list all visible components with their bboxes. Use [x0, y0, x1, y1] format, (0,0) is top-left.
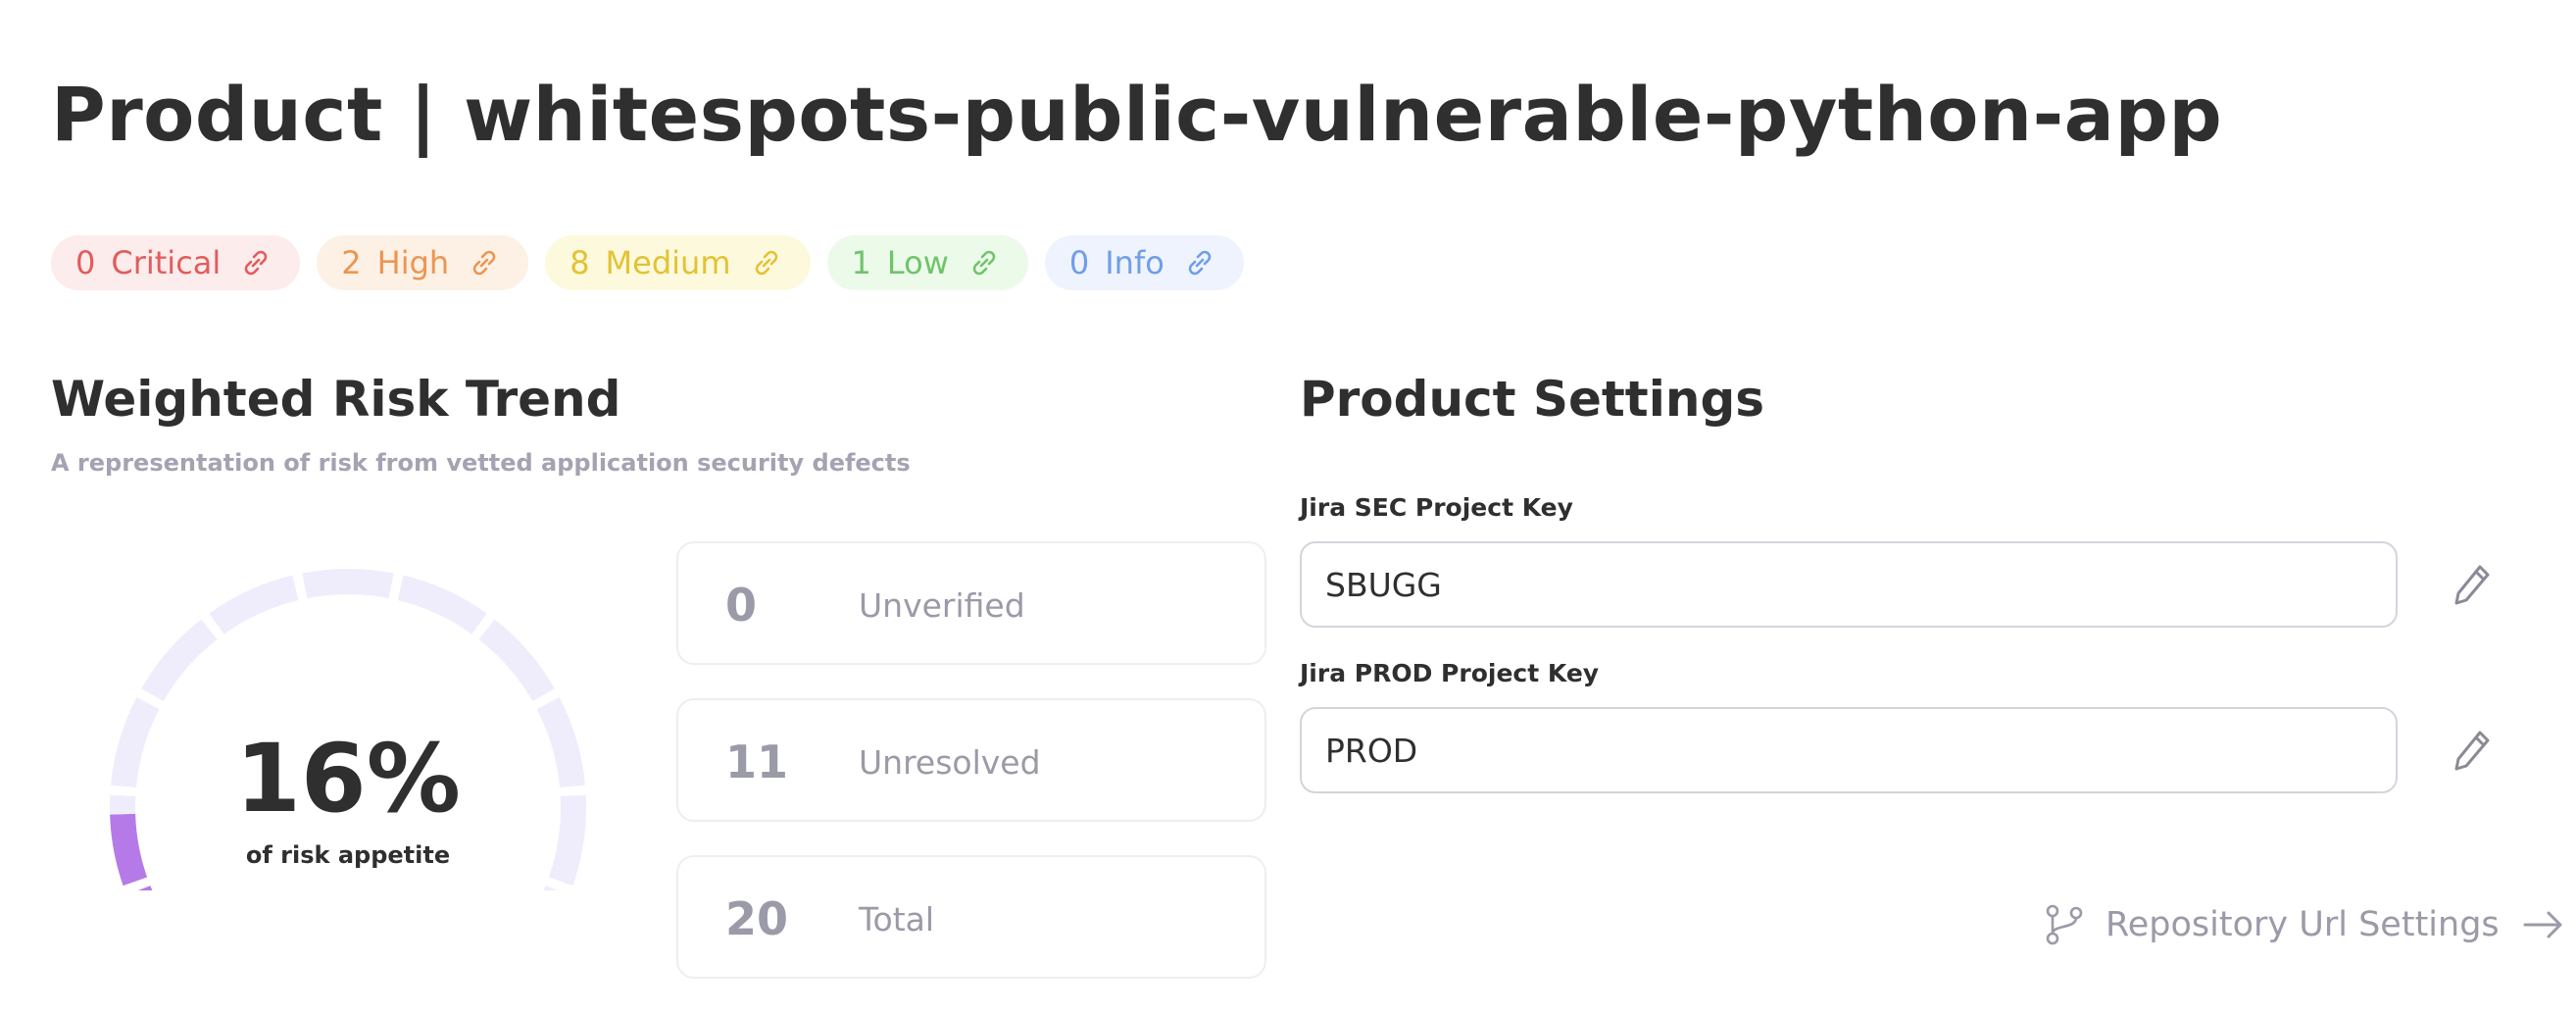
- page-title: Product | whitespots-public-vulnerable-p…: [51, 71, 2223, 158]
- badge-label: Medium: [605, 244, 731, 281]
- stat-count: 0: [725, 579, 758, 632]
- gauge-value: 16%: [235, 724, 461, 834]
- risk-gauge: 16% of risk appetite: [98, 557, 598, 890]
- stat-count: 11: [725, 735, 789, 788]
- stat-count: 20: [725, 892, 789, 945]
- badge-count: 0: [1068, 244, 1090, 281]
- jira-sec-key-label: Jira SEC Project Key: [1300, 493, 1573, 522]
- badge-medium[interactable]: 8 Medium: [545, 235, 811, 290]
- arrow-right-icon: [2521, 905, 2566, 944]
- badge-count: 1: [851, 244, 871, 281]
- risk-trend-title: Weighted Risk Trend: [51, 371, 621, 428]
- jira-prod-key-label: Jira PROD Project Key: [1300, 659, 1600, 687]
- repository-url-settings-link[interactable]: Repository Url Settings: [2043, 903, 2566, 946]
- badge-info[interactable]: 0 Info: [1044, 235, 1244, 290]
- gauge-segment: [302, 569, 394, 599]
- severity-badges: 0 Critical 2 High 8 Medium 1 Low 0 Info: [51, 235, 1244, 290]
- gauge-segment: [397, 575, 487, 634]
- link-icon: [966, 245, 1002, 280]
- link-icon: [1182, 245, 1217, 280]
- git-branch-icon: [2043, 903, 2086, 946]
- badge-label: Info: [1105, 244, 1164, 281]
- stat-card-unverified[interactable]: 0 Unverified: [676, 541, 1266, 665]
- badge-count: 8: [570, 244, 590, 281]
- stat-label: Unverified: [859, 586, 1025, 625]
- badge-label: Low: [886, 244, 949, 281]
- product-settings-title: Product Settings: [1300, 371, 1764, 428]
- link-icon: [238, 245, 273, 280]
- jira-sec-key-input[interactable]: [1300, 541, 2398, 628]
- link-icon: [749, 245, 784, 280]
- link-icon: [467, 245, 502, 280]
- risk-trend-subtitle: A representation of risk from vetted app…: [51, 449, 911, 477]
- badge-high[interactable]: 2 High: [317, 235, 529, 290]
- stat-label: Unresolved: [859, 743, 1041, 782]
- badge-critical[interactable]: 0 Critical: [51, 235, 301, 290]
- badge-count: 2: [341, 244, 362, 281]
- jira-prod-key-input[interactable]: [1300, 707, 2398, 793]
- badge-label: High: [376, 244, 450, 281]
- gauge-segment: [141, 619, 218, 702]
- gauge-caption: of risk appetite: [245, 841, 451, 869]
- pencil-icon[interactable]: [2452, 729, 2492, 772]
- repo-link-label: Repository Url Settings: [2105, 905, 2500, 944]
- gauge-segment: [478, 619, 555, 702]
- badge-count: 0: [75, 244, 96, 281]
- pencil-icon[interactable]: [2452, 563, 2492, 606]
- gauge-segment: [209, 575, 299, 634]
- stat-label: Total: [859, 900, 935, 938]
- badge-label: Critical: [111, 244, 222, 281]
- stat-card-unresolved[interactable]: 11 Unresolved: [676, 698, 1266, 822]
- badge-low[interactable]: 1 Low: [826, 235, 1028, 290]
- stat-card-total[interactable]: 20 Total: [676, 855, 1266, 979]
